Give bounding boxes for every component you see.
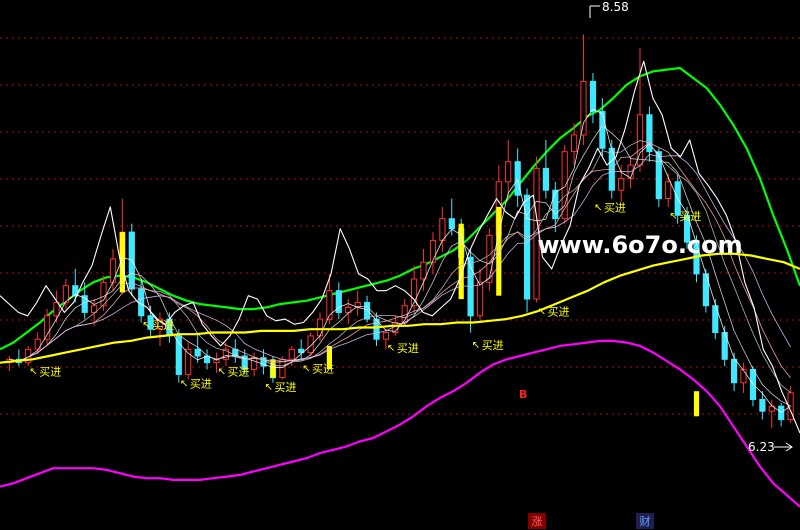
- candle-body: [589, 80, 597, 113]
- buy-signal-arrow: ↖: [180, 378, 188, 389]
- low-price-label: 6.23: [748, 440, 775, 454]
- candle-body: [778, 405, 785, 421]
- candlestick-chart: ↖买进↖买进↖买进↖买进↖买进↖买进↖买进↖买进↖买进↖买进↖买进↖买进 www…: [0, 0, 800, 530]
- candle-body: [382, 332, 389, 340]
- buy-signal-arrow: ↖: [472, 340, 480, 351]
- candle-body: [599, 111, 606, 149]
- buy-signal-arrow: ↖: [594, 203, 602, 214]
- buy-signal-arrow: ↖: [302, 363, 310, 374]
- candle-body: [288, 348, 295, 360]
- candle-body: [476, 281, 484, 317]
- candle-body: [364, 301, 371, 320]
- high-price-label: 8.58: [602, 0, 629, 14]
- buy-signal-arrow: ↖: [29, 367, 37, 378]
- yellow-candle-body: [693, 391, 700, 417]
- candle-body: [740, 368, 747, 384]
- watermark-text: www.6o7o.com: [537, 231, 742, 259]
- candle-body: [109, 258, 117, 283]
- candle-body: [251, 357, 258, 370]
- buy-signal-label: 买进: [227, 366, 249, 379]
- buy-signal-label: 买进: [312, 362, 334, 375]
- candle-body: [138, 288, 145, 317]
- buy-signal-arrow: ↖: [387, 343, 395, 354]
- candle-body: [505, 161, 512, 183]
- buy-signal-label: 买进: [152, 319, 174, 332]
- candle-body: [316, 318, 324, 337]
- buy-signal-arrow: ↖: [537, 306, 545, 317]
- candle-body: [759, 399, 766, 412]
- buy-signal-label: 买进: [604, 202, 626, 215]
- candle-body: [580, 80, 587, 136]
- buy-signal-label: 买进: [482, 339, 504, 352]
- buy-signal-label: 买进: [275, 381, 297, 394]
- buy-signal-label: 买进: [397, 342, 419, 355]
- candle-body: [420, 261, 427, 280]
- candle-body: [175, 335, 182, 375]
- candle-body: [44, 315, 51, 340]
- buy-signal-arrow: ↖: [217, 367, 225, 378]
- tag-zhang: 涨: [532, 515, 543, 528]
- candle-body: [618, 178, 625, 191]
- candle-body: [514, 161, 521, 196]
- candle-body: [731, 358, 738, 384]
- candle-body: [194, 348, 201, 357]
- candle-body: [100, 281, 107, 307]
- candle-body: [571, 134, 578, 153]
- buy-signal-label: 买进: [39, 366, 61, 379]
- tag-cai: 财: [640, 514, 651, 528]
- buy-signal-label: 买进: [547, 305, 569, 318]
- candle-body: [429, 239, 437, 263]
- candle-body: [542, 167, 549, 191]
- candle-body: [448, 218, 455, 230]
- buy-signal-label: 买进: [190, 377, 212, 390]
- buy-signal-arrow: ↖: [669, 211, 677, 222]
- buy-signal-arrow: ↖: [142, 320, 150, 331]
- b-marker: B: [519, 388, 527, 401]
- buy-signal-arrow: ↖: [265, 382, 273, 393]
- candle-body: [665, 181, 672, 200]
- candle-body: [439, 218, 446, 241]
- buy-signal-label: 买进: [679, 210, 701, 223]
- candle-body: [486, 234, 493, 283]
